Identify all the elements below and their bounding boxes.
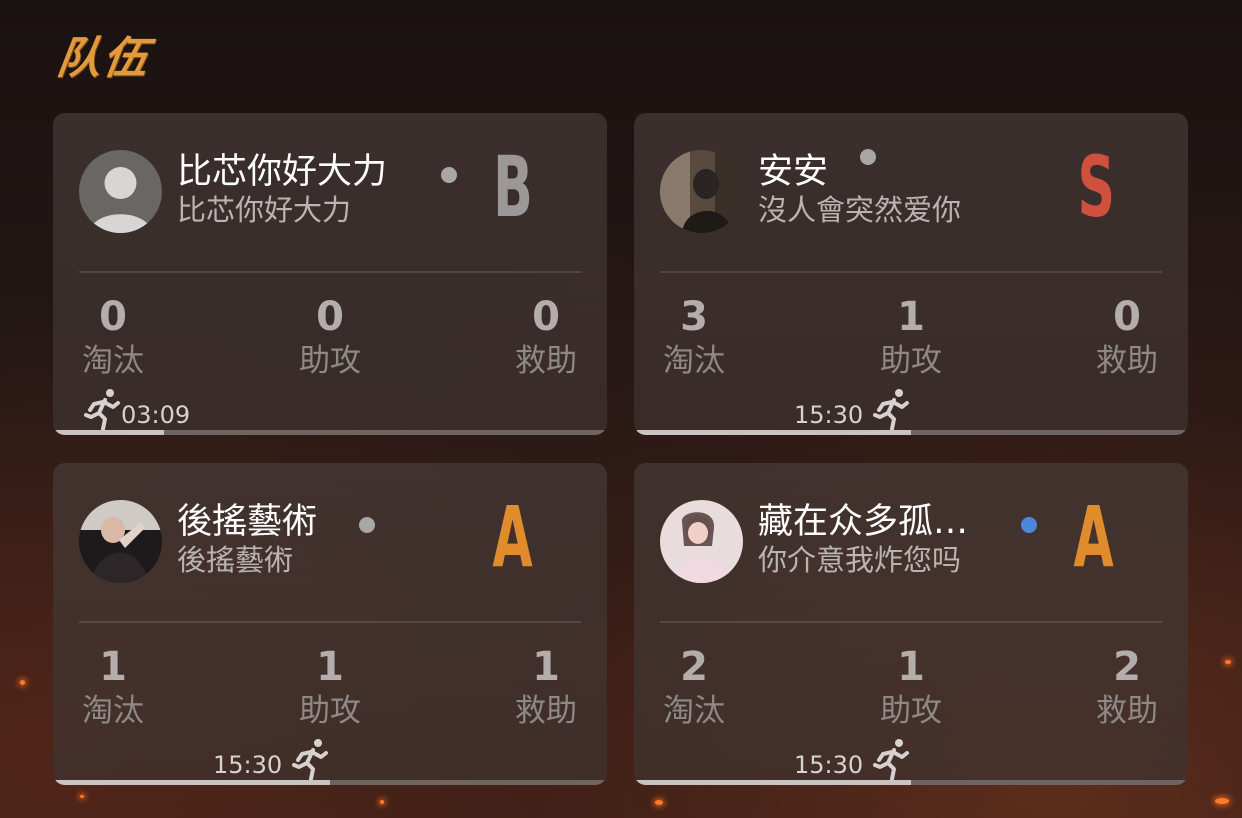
assists-label: 助攻 [880, 693, 942, 729]
player-card[interactable]: 後搖藝術 後搖藝術 A 1 淘汰 1 助攻 1 救助 15:30 [53, 463, 607, 785]
assists-value: 0 [316, 294, 344, 340]
revives-label: 救助 [1096, 693, 1158, 729]
player-subtitle: 沒人會突然爱你 [758, 193, 962, 227]
ember-particle [1225, 660, 1231, 664]
kills-stat: 2 淘汰 [634, 643, 754, 731]
divider [79, 271, 581, 273]
kills-value: 1 [99, 644, 127, 690]
assists-label: 助攻 [880, 343, 942, 379]
runner-icon [84, 389, 120, 431]
survival-time: 15:30 [794, 751, 864, 779]
player-photo[interactable] [660, 500, 743, 583]
revives-stat: 0 救助 [1067, 293, 1187, 381]
survival-progress-bar [53, 430, 607, 435]
player-subtitle: 比芯你好大力 [177, 193, 352, 227]
page-title: 队伍 [53, 33, 153, 84]
revives-label: 救助 [515, 693, 577, 729]
runner-icon [873, 739, 909, 781]
survival-progress-bar [634, 430, 1188, 435]
assists-stat: 0 助攻 [270, 293, 390, 381]
survival-progress-fill [53, 780, 330, 785]
runner-icon [292, 739, 328, 781]
assists-value: 1 [316, 644, 344, 690]
grade-badge: S [1076, 138, 1115, 236]
assists-label: 助攻 [299, 693, 361, 729]
player-photo[interactable] [79, 500, 162, 583]
ember-particle [20, 680, 25, 685]
survival-time: 15:30 [213, 751, 283, 779]
assists-value: 1 [897, 294, 925, 340]
revives-value: 0 [1113, 294, 1141, 340]
ember-particle [80, 795, 84, 798]
player-card[interactable]: 藏在众多孤… 你介意我炸您吗 A 2 淘汰 1 助攻 2 救助 15:30 [634, 463, 1188, 785]
grade-badge: A [1073, 488, 1114, 586]
player-card[interactable]: 比芯你好大力 比芯你好大力 B 0 淘汰 0 助攻 0 救助 03:09 [53, 113, 607, 435]
kills-label: 淘汰 [663, 693, 725, 729]
divider [660, 621, 1162, 623]
kills-value: 2 [680, 644, 708, 690]
player-subtitle: 後搖藝術 [177, 543, 294, 577]
default-user-icon[interactable] [79, 150, 162, 233]
divider [79, 621, 581, 623]
divider [660, 271, 1162, 273]
revives-value: 1 [532, 644, 560, 690]
player-subtitle: 你介意我炸您吗 [758, 543, 962, 577]
status-dot [441, 167, 457, 183]
ember-particle [380, 800, 384, 804]
kills-stat: 1 淘汰 [53, 643, 173, 731]
kills-label: 淘汰 [82, 343, 144, 379]
player-photo[interactable] [660, 150, 743, 233]
survival-progress-bar [53, 780, 607, 785]
kills-stat: 0 淘汰 [53, 293, 173, 381]
player-name: 藏在众多孤… [758, 502, 969, 542]
player-name: 安安 [758, 152, 829, 192]
kills-label: 淘汰 [82, 693, 144, 729]
survival-time: 03:09 [121, 401, 191, 429]
survival-progress-fill [634, 780, 911, 785]
revives-stat: 2 救助 [1067, 643, 1187, 731]
kills-value: 0 [99, 294, 127, 340]
survival-time: 15:30 [794, 401, 864, 429]
kills-label: 淘汰 [663, 343, 725, 379]
grade-badge: A [492, 488, 533, 586]
revives-label: 救助 [1096, 343, 1158, 379]
runner-icon [873, 389, 909, 431]
status-dot [359, 517, 375, 533]
ember-particle [1215, 798, 1229, 804]
assists-stat: 1 助攻 [851, 643, 971, 731]
assists-value: 1 [897, 644, 925, 690]
assists-stat: 1 助攻 [270, 643, 390, 731]
revives-value: 0 [532, 294, 560, 340]
player-card[interactable]: 安安 沒人會突然爱你 S 3 淘汰 1 助攻 0 救助 15:30 [634, 113, 1188, 435]
assists-label: 助攻 [299, 343, 361, 379]
revives-label: 救助 [515, 343, 577, 379]
survival-progress-fill [634, 430, 911, 435]
survival-progress-fill [53, 430, 164, 435]
status-dot [860, 149, 876, 165]
status-dot [1021, 517, 1037, 533]
player-name: 比芯你好大力 [177, 152, 388, 192]
revives-stat: 0 救助 [486, 293, 606, 381]
kills-value: 3 [680, 294, 708, 340]
revives-stat: 1 救助 [486, 643, 606, 731]
kills-stat: 3 淘汰 [634, 293, 754, 381]
grade-badge: B [493, 138, 533, 236]
assists-stat: 1 助攻 [851, 293, 971, 381]
revives-value: 2 [1113, 644, 1141, 690]
ember-particle [655, 800, 663, 805]
survival-progress-bar [634, 780, 1188, 785]
player-name: 後搖藝術 [177, 502, 318, 542]
